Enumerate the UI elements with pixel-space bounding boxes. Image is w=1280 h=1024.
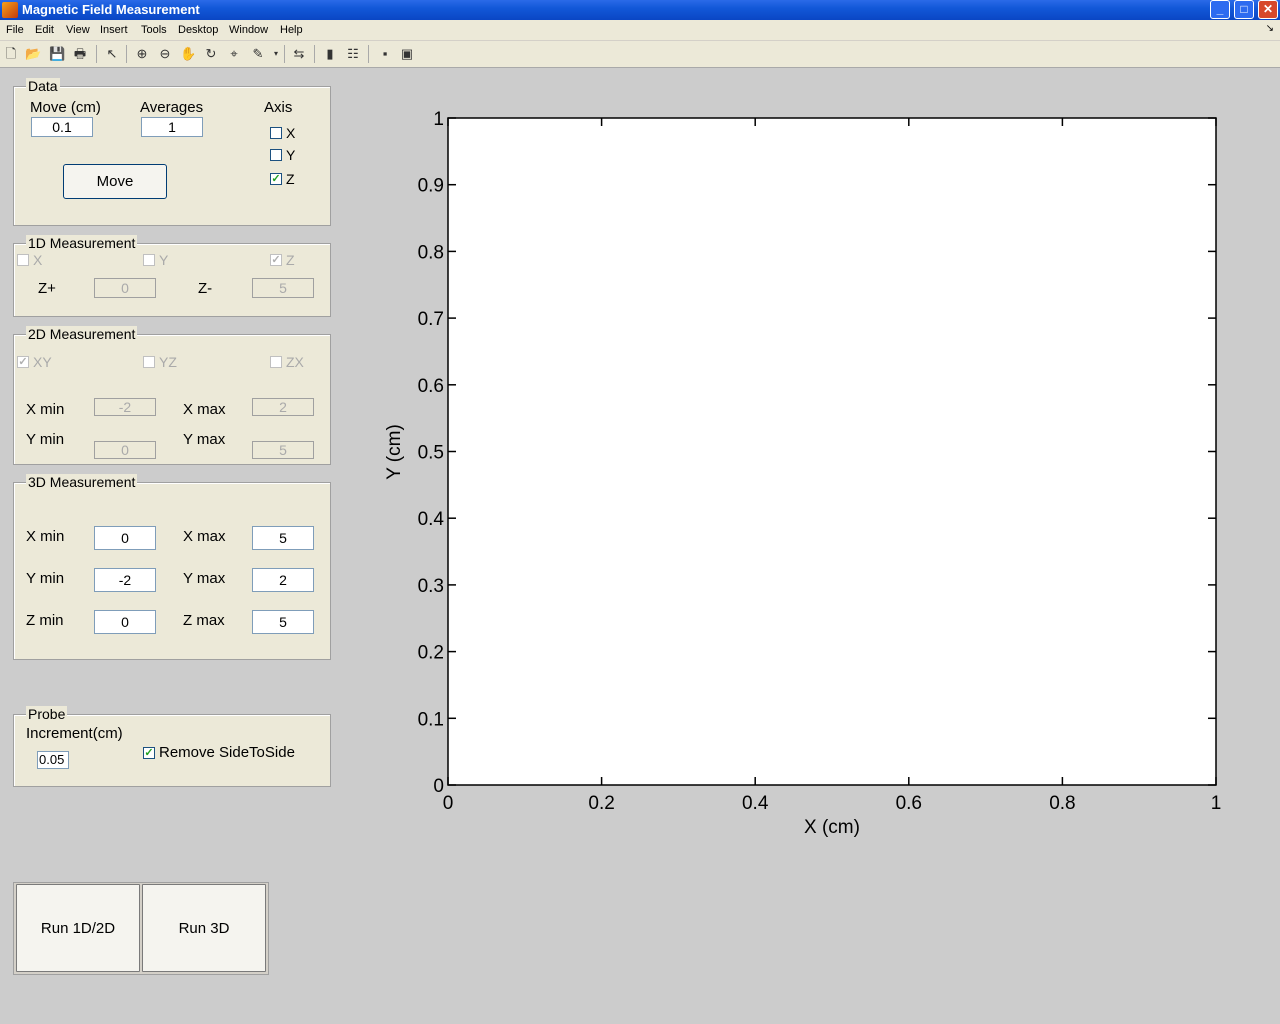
x-tick-label: 0.8: [1049, 793, 1075, 814]
y-tick-label: 1: [433, 109, 444, 130]
y-tick-label: 0.5: [418, 443, 444, 464]
y-tick-label: 0.4: [418, 509, 445, 530]
y-tick-label: 0: [433, 776, 444, 797]
x-tick-label: 1: [1211, 793, 1222, 814]
y-axis-label: Y (cm): [384, 424, 405, 480]
y-tick-label: 0.1: [418, 709, 444, 730]
y-tick-label: 0.8: [418, 242, 444, 263]
y-tick-label: 0.9: [418, 176, 444, 197]
y-tick-label: 0.3: [418, 576, 444, 597]
x-tick-label: 0: [443, 793, 454, 814]
x-tick-label: 0.6: [896, 793, 922, 814]
x-tick-label: 0.4: [742, 793, 769, 814]
axes-box[interactable]: [447, 117, 1217, 786]
y-tick-label: 0.6: [418, 376, 444, 397]
y-tick-label: 0.2: [418, 643, 444, 664]
plot-area: 0 0.2 0.4 0.6 0.8 1 0 0.1 0.2 0.3 0.4 0.5 0.6 0.7 0.8…: [384, 109, 1222, 838]
x-axis-label: X (cm): [804, 817, 860, 838]
x-tick-label: 0.2: [588, 793, 614, 814]
y-tick-label: 0.7: [418, 309, 444, 330]
